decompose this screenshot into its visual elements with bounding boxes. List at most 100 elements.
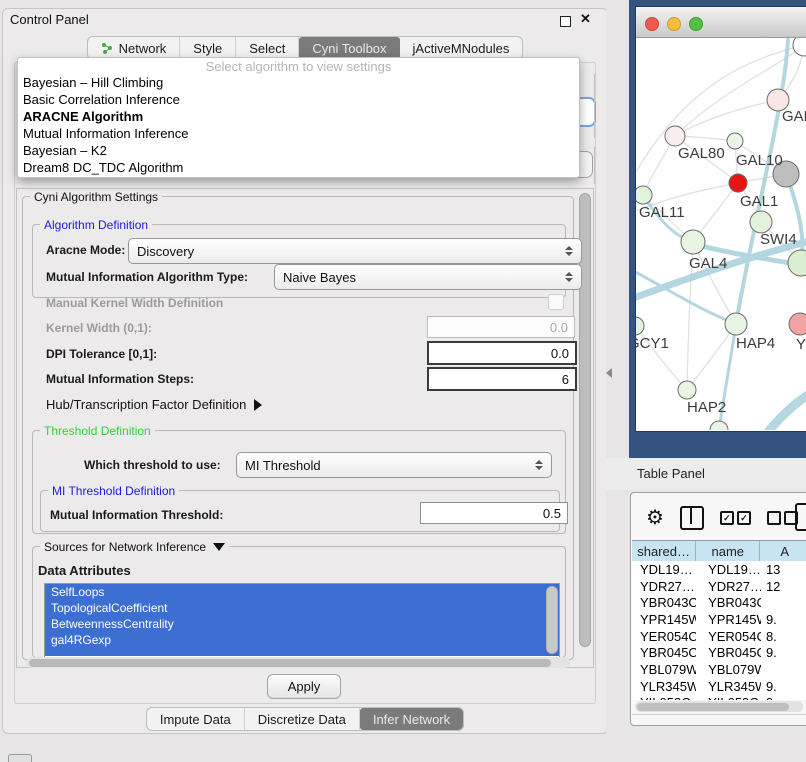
table-row[interactable]: YLR345WYLR345W9. bbox=[632, 678, 806, 695]
manual-kernel-width-checkbox[interactable] bbox=[548, 294, 564, 310]
node-gal10[interactable] bbox=[727, 133, 743, 149]
table-cell: YDL19… bbox=[696, 562, 761, 577]
column-header-1[interactable]: shared… bbox=[632, 541, 696, 561]
tab-select[interactable]: Select bbox=[236, 37, 299, 59]
close-icon[interactable]: ✕ bbox=[580, 11, 591, 27]
node-salmon[interactable] bbox=[789, 313, 806, 335]
bottom-tab-impute-data[interactable]: Impute Data bbox=[147, 708, 245, 730]
table-row[interactable]: YBL079WYBL079W bbox=[632, 661, 806, 678]
network-canvas[interactable]: GALGAL80GAL10GAL1GAL11SWI4GAL4GCY1HAP4YH… bbox=[636, 38, 806, 430]
table-cell: YER054C bbox=[696, 629, 761, 644]
data-attribute-item[interactable]: gal4RGexp bbox=[45, 632, 559, 648]
algorithm-option[interactable]: Bayesian – Hill Climbing bbox=[18, 74, 579, 91]
table-cell: YLR345W bbox=[632, 679, 696, 694]
tab-cyni-toolbox[interactable]: Cyni Toolbox bbox=[299, 37, 399, 59]
node-swi4[interactable] bbox=[788, 250, 806, 276]
tab-style[interactable]: Style bbox=[180, 37, 236, 59]
sources-expander[interactable]: Sources for Network Inference bbox=[40, 540, 229, 554]
data-attribute-item[interactable]: TopologicalCoefficient bbox=[45, 600, 559, 616]
bottom-tab-discretize-data[interactable]: Discretize Data bbox=[245, 708, 360, 730]
node-gal80[interactable] bbox=[665, 126, 685, 146]
select-all-checked-icon[interactable]: ✓✓ bbox=[720, 511, 751, 525]
table-cell: YPR145W bbox=[632, 612, 696, 627]
data-attribute-item-partial[interactable] bbox=[45, 648, 559, 656]
collapsed-panel-button[interactable] bbox=[8, 754, 32, 762]
node-hap4[interactable] bbox=[725, 313, 747, 335]
node-label: Y bbox=[796, 336, 806, 353]
tab-network[interactable]: Network bbox=[88, 37, 181, 59]
data-attribute-item[interactable]: BetweennessCentrality bbox=[45, 616, 559, 632]
data-attributes-scrollbar[interactable] bbox=[546, 586, 558, 654]
settings-gear-icon[interactable]: ⚙ bbox=[646, 508, 664, 528]
node-gcy1[interactable] bbox=[636, 317, 644, 335]
panel-collapse-grip-icon[interactable] bbox=[606, 368, 612, 378]
hub-definition-expander[interactable]: Hub/Transcription Factor Definition bbox=[46, 397, 262, 412]
partial-column-icon[interactable] bbox=[795, 503, 806, 531]
which-threshold-value: MI Threshold bbox=[245, 458, 321, 473]
algorithm-option[interactable]: Basic Correlation Inference bbox=[18, 91, 579, 108]
column-header-3[interactable]: A bbox=[760, 541, 806, 561]
mi-steps-field[interactable]: 6 bbox=[427, 367, 577, 391]
table-cell: YBL079W bbox=[632, 662, 696, 677]
network-edge[interactable] bbox=[675, 100, 778, 136]
table-row[interactable]: YER054CYER054C8. bbox=[632, 628, 806, 645]
algorithm-option[interactable]: Bayesian – K2 bbox=[18, 142, 579, 159]
which-threshold-combo[interactable]: MI Threshold bbox=[236, 452, 552, 478]
tab-label: Style bbox=[193, 41, 222, 56]
panel-divider bbox=[606, 0, 629, 762]
table-cell: 9 bbox=[761, 695, 806, 700]
combo-stepper-icon bbox=[535, 460, 543, 470]
table-row[interactable]: YDR27…YDR27…12 bbox=[632, 578, 806, 595]
data-attributes-list[interactable]: SelfLoopsTopologicalCoefficientBetweenne… bbox=[44, 583, 560, 658]
node-gal4[interactable] bbox=[681, 230, 705, 254]
node-gal11[interactable] bbox=[636, 186, 652, 204]
table-cell: YER054C bbox=[632, 629, 696, 644]
bottom-tab-infer-network[interactable]: Infer Network bbox=[360, 708, 463, 730]
network-edge[interactable] bbox=[687, 324, 736, 390]
dpi-tolerance-field[interactable]: 0.0 bbox=[427, 341, 577, 365]
network-edge[interactable] bbox=[768, 388, 806, 430]
node-gal1[interactable] bbox=[750, 211, 772, 233]
kernel-width-field[interactable]: 0.0 bbox=[427, 316, 575, 338]
mi-threshold-field[interactable]: 0.5 bbox=[420, 502, 568, 524]
tab-label: Discretize Data bbox=[258, 712, 346, 727]
network-tab-icon bbox=[101, 42, 114, 55]
split-view-icon[interactable] bbox=[680, 506, 704, 530]
table-row[interactable]: YIL053CYIL053C9 bbox=[632, 695, 806, 701]
table-cell: YIL053C bbox=[696, 695, 761, 700]
node-top-partial[interactable] bbox=[793, 38, 806, 56]
table-row[interactable]: YPR145WYPR145W9. bbox=[632, 611, 806, 628]
table-row[interactable]: YDL19…YDL19…13 bbox=[632, 561, 806, 578]
node-label: GAL80 bbox=[678, 145, 725, 162]
node-hap2[interactable] bbox=[678, 381, 696, 399]
zoom-traffic-light-icon[interactable] bbox=[689, 17, 703, 31]
tab-label: Network bbox=[119, 41, 167, 56]
mi-algorithm-type-value: Naive Bayes bbox=[283, 270, 356, 285]
table-horizontal-scrollbar-thumb[interactable] bbox=[637, 703, 789, 711]
aracne-mode-combo[interactable]: Discovery bbox=[128, 238, 582, 264]
table-cell: 9. bbox=[761, 612, 806, 627]
close-traffic-light-icon[interactable] bbox=[645, 17, 659, 31]
data-attribute-item[interactable]: SelfLoops bbox=[45, 584, 559, 600]
table-row[interactable]: YBR043CYBR043C bbox=[632, 594, 806, 611]
float-window-icon[interactable] bbox=[560, 16, 571, 27]
table-cell: YBR043C bbox=[696, 595, 761, 610]
threshold-definition-title: Threshold Definition bbox=[40, 424, 155, 438]
tab-jactivemnodules[interactable]: jActiveMNodules bbox=[400, 37, 523, 59]
minimize-traffic-light-icon[interactable] bbox=[667, 17, 681, 31]
deselect-all-unchecked-icon[interactable] bbox=[767, 511, 798, 525]
tab-label: Infer Network bbox=[373, 712, 450, 727]
node-bottom-partial[interactable] bbox=[710, 421, 728, 430]
algorithm-option[interactable]: Mutual Information Inference bbox=[18, 125, 579, 142]
which-threshold-label: Which threshold to use: bbox=[84, 458, 221, 472]
mi-algorithm-type-combo[interactable]: Naive Bayes bbox=[274, 264, 582, 290]
table-cell: YDR27… bbox=[632, 579, 696, 594]
settings-horizontal-scrollbar-thumb[interactable] bbox=[29, 659, 551, 667]
table-row[interactable]: YBR045CYBR045C9. bbox=[632, 644, 806, 661]
algorithm-option[interactable]: Dream8 DC_TDC Algorithm bbox=[18, 159, 579, 176]
algorithm-option[interactable]: ARACNE Algorithm bbox=[18, 108, 579, 125]
node-red[interactable] bbox=[729, 174, 747, 192]
network-window-titlebar[interactable] bbox=[636, 7, 806, 38]
apply-button[interactable]: Apply bbox=[267, 674, 341, 699]
column-header-2[interactable]: name bbox=[696, 541, 760, 561]
